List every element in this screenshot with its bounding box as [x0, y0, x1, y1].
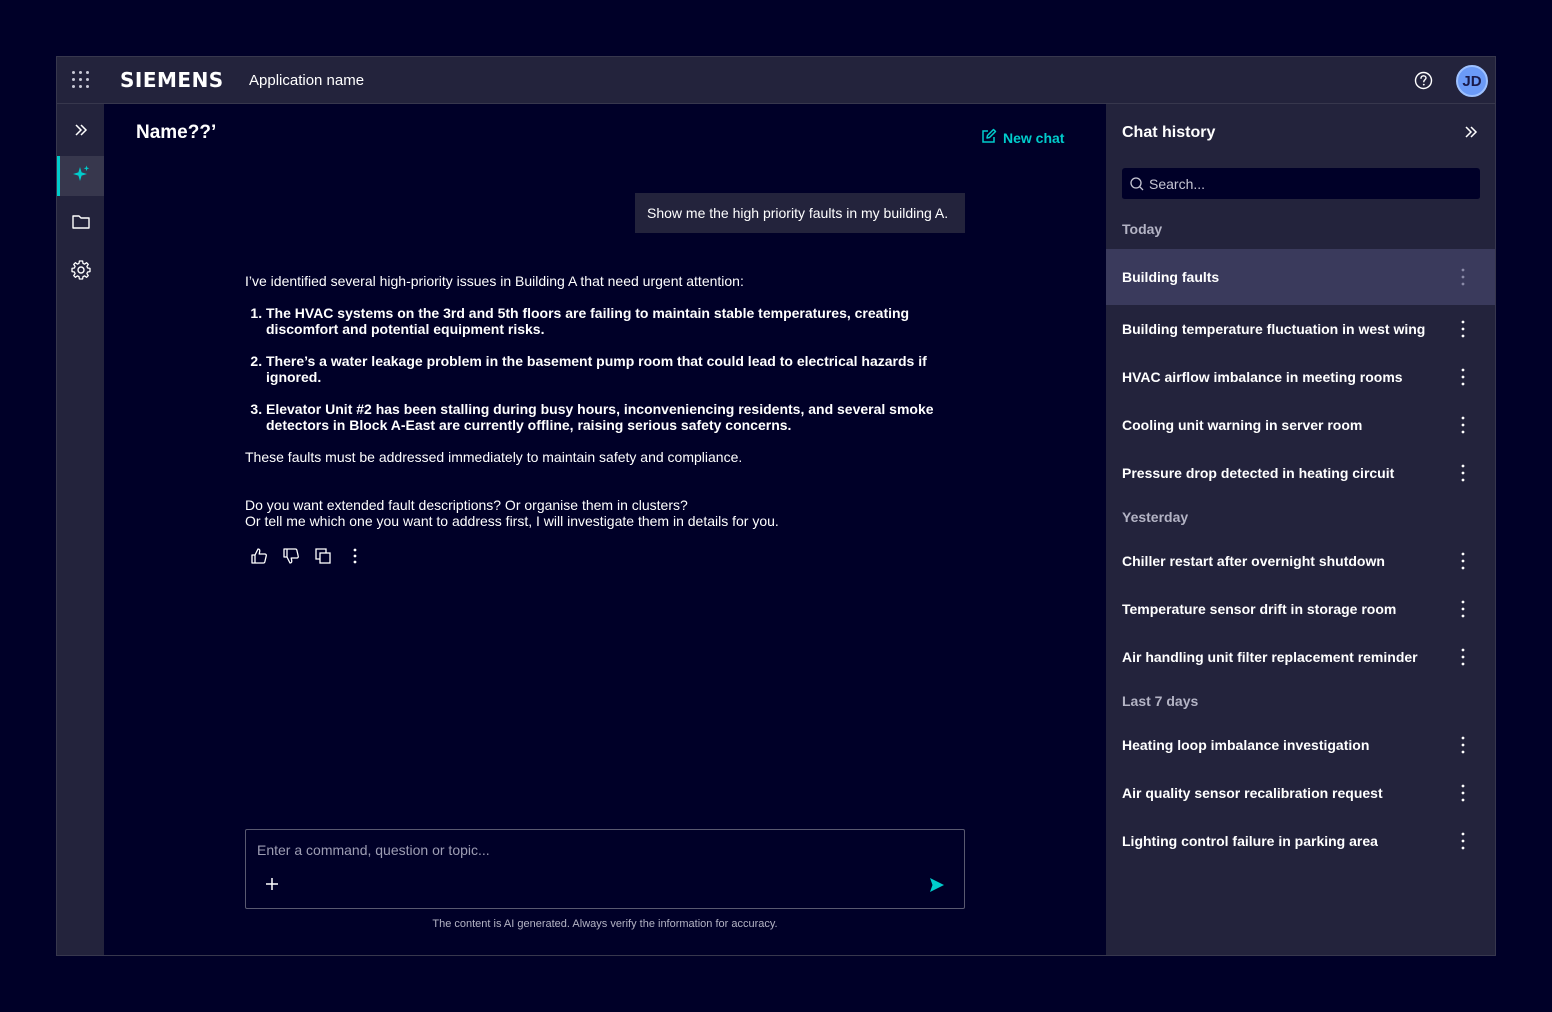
history-item[interactable]: Chiller restart after overnight shutdown	[1106, 537, 1495, 585]
chat-history-panel: Chat history Today Building faults Build…	[1106, 104, 1495, 955]
nav-ai-assistant[interactable]	[57, 156, 104, 196]
nav-settings[interactable]	[57, 252, 104, 292]
more-vertical-icon[interactable]	[1455, 783, 1471, 803]
more-vertical-icon[interactable]	[1455, 319, 1471, 339]
history-search	[1122, 168, 1480, 200]
left-nav	[57, 104, 104, 955]
ai-response: I’ve identified several high-priority is…	[245, 273, 945, 529]
history-item[interactable]: Lighting control failure in parking area	[1106, 817, 1495, 865]
history-item[interactable]: Pressure drop detected in heating circui…	[1106, 449, 1495, 497]
search-input[interactable]	[1149, 174, 1469, 194]
chevrons-right-icon[interactable]	[1463, 124, 1479, 140]
gear-icon	[70, 259, 92, 286]
more-vertical-icon[interactable]	[1455, 267, 1471, 287]
nav-expand-button[interactable]	[57, 112, 104, 152]
plus-icon[interactable]	[264, 876, 280, 892]
history-item[interactable]: Heating loop imbalance investigation	[1106, 721, 1495, 769]
history-item[interactable]: Building temperature fluctuation in west…	[1106, 305, 1495, 353]
sparkle-icon	[71, 164, 91, 189]
folder-icon	[71, 213, 91, 236]
chat-input[interactable]	[257, 840, 947, 860]
history-item-label: Lighting control failure in parking area	[1122, 833, 1378, 849]
more-vertical-icon[interactable]	[1455, 463, 1471, 483]
history-item-label: Building temperature fluctuation in west…	[1122, 321, 1426, 337]
ai-closing: These faults must be addressed immediate…	[245, 449, 743, 465]
history-item[interactable]: Building faults	[1106, 249, 1495, 305]
history-group-today: Today	[1122, 221, 1163, 237]
history-group-last-7-days: Last 7 days	[1122, 693, 1199, 709]
nav-documents[interactable]	[57, 204, 104, 244]
ai-intro: I’ve identified several high-priority is…	[245, 273, 744, 289]
copy-icon[interactable]	[314, 547, 332, 565]
history-item[interactable]: HVAC airflow imbalance in meeting rooms	[1106, 353, 1495, 401]
ai-fault-list: The HVAC systems on the 3rd and 5th floo…	[245, 305, 945, 433]
history-item[interactable]: Air handling unit filter replacement rem…	[1106, 633, 1495, 681]
list-item: The HVAC systems on the 3rd and 5th floo…	[266, 305, 945, 337]
more-vertical-icon[interactable]	[1455, 599, 1471, 619]
help-icon[interactable]	[1414, 71, 1433, 90]
more-vertical-icon[interactable]	[1455, 551, 1471, 571]
app-name: Application name	[249, 72, 365, 89]
history-item-label: Chiller restart after overnight shutdown	[1122, 553, 1385, 569]
app-switcher-icon[interactable]	[71, 70, 91, 90]
message-actions	[250, 547, 364, 565]
search-icon	[1129, 176, 1145, 192]
app-window: SIEMENS Application name JD Name??’ New …	[56, 56, 1496, 956]
list-item: Elevator Unit #2 has been stalling durin…	[266, 401, 945, 433]
history-item-label: HVAC airflow imbalance in meeting rooms	[1122, 369, 1403, 385]
chat-main: Name??’ New chat Show me the high priori…	[104, 104, 1106, 955]
chat-composer	[245, 829, 965, 909]
new-chat-label: New chat	[1003, 129, 1065, 146]
history-item-label: Building faults	[1122, 269, 1220, 285]
ai-followup-2: Or tell me which one you want to address…	[245, 513, 779, 529]
history-item-label: Pressure drop detected in heating circui…	[1122, 465, 1395, 481]
history-item[interactable]: Cooling unit warning in server room	[1106, 401, 1495, 449]
more-vertical-icon[interactable]	[1455, 367, 1471, 387]
history-item-label: Cooling unit warning in server room	[1122, 417, 1363, 433]
edit-icon	[981, 128, 997, 147]
history-item-label: Temperature sensor drift in storage room	[1122, 601, 1397, 617]
more-vertical-icon[interactable]	[346, 547, 364, 565]
list-item: There’s a water leakage problem in the b…	[266, 353, 945, 385]
history-item-label: Heating loop imbalance investigation	[1122, 737, 1370, 753]
more-vertical-icon[interactable]	[1455, 647, 1471, 667]
app-header: SIEMENS Application name JD	[57, 57, 1495, 104]
new-chat-button[interactable]: New chat	[981, 128, 1064, 147]
chat-history-title: Chat history	[1122, 124, 1216, 141]
chevrons-right-icon	[74, 123, 88, 142]
history-item[interactable]: Air quality sensor recalibration request	[1106, 769, 1495, 817]
user-message: Show me the high priority faults in my b…	[635, 193, 965, 233]
history-item-label: Air quality sensor recalibration request	[1122, 785, 1383, 801]
more-vertical-icon[interactable]	[1455, 831, 1471, 851]
ai-followup-1: Do you want extended fault descriptions?…	[245, 497, 688, 513]
brand-logo: SIEMENS	[120, 68, 224, 92]
send-icon[interactable]	[928, 876, 946, 894]
thumbs-up-icon[interactable]	[250, 547, 268, 565]
more-vertical-icon[interactable]	[1455, 735, 1471, 755]
avatar[interactable]: JD	[1456, 65, 1488, 97]
more-vertical-icon[interactable]	[1455, 415, 1471, 435]
history-item-label: Air handling unit filter replacement rem…	[1122, 649, 1418, 665]
ai-disclaimer: The content is AI generated. Always veri…	[432, 918, 778, 930]
history-group-yesterday: Yesterday	[1122, 509, 1189, 525]
thumbs-down-icon[interactable]	[282, 547, 300, 565]
page-title: Name??’	[136, 122, 217, 143]
history-item[interactable]: Temperature sensor drift in storage room	[1106, 585, 1495, 633]
